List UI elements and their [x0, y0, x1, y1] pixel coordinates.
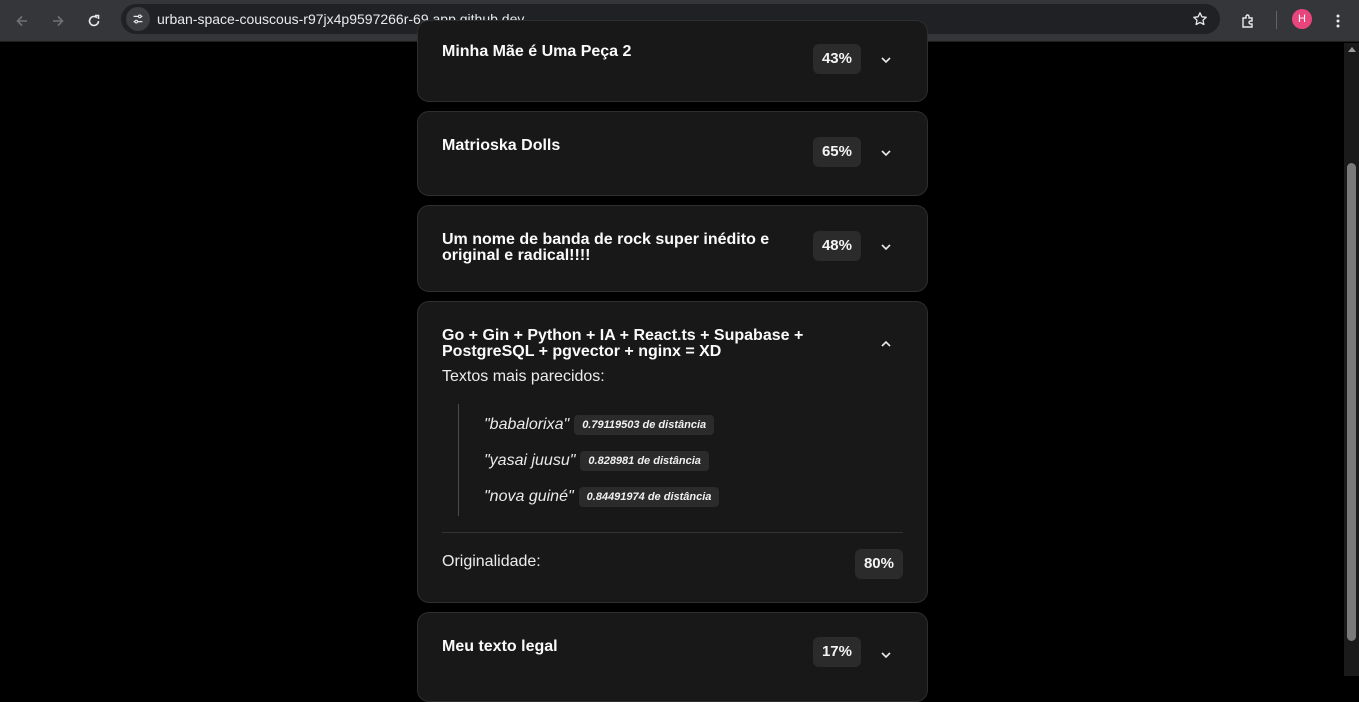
chevron-up-icon[interactable] [879, 337, 893, 351]
similar-texts-list: "babalorixa" 0.79119503 de distância "ya… [458, 404, 720, 516]
profile-avatar[interactable]: H [1292, 9, 1312, 29]
chevron-down-icon[interactable] [879, 53, 893, 67]
similar-text-item: "nova guiné" 0.84491974 de distância [484, 487, 720, 507]
card-title: Minha Mãe é Uma Peça 2 [442, 43, 632, 60]
chevron-down-icon[interactable] [879, 146, 893, 160]
bookmark-star-icon[interactable] [1192, 11, 1208, 27]
percent-badge: 17% [812, 637, 861, 667]
chevron-down-icon[interactable] [879, 240, 893, 254]
result-card[interactable]: Minha Mãe é Uma Peça 2 43% [417, 20, 928, 102]
percent-badge: 48% [812, 231, 861, 261]
similar-text-item: "yasai juusu" 0.828981 de distância [484, 451, 709, 471]
scroll-up-arrow-icon[interactable] [1348, 47, 1356, 52]
result-card[interactable]: Um nome de banda de rock super inédito e… [417, 205, 928, 292]
similar-text: "babalorixa" [484, 416, 570, 433]
result-card-expanded[interactable]: Go + Gin + Python + IA + React.ts + Supa… [417, 301, 928, 603]
similar-texts-label: Textos mais parecidos: [442, 368, 605, 385]
site-info-icon[interactable] [126, 7, 150, 31]
chevron-down-icon[interactable] [879, 648, 893, 662]
section-divider [442, 532, 903, 533]
forward-arrow-icon[interactable] [44, 7, 72, 35]
originality-badge: 80% [854, 549, 903, 579]
result-card[interactable]: Meu texto legal 17% [417, 612, 928, 702]
extensions-puzzle-icon[interactable] [1234, 7, 1262, 35]
scrollbar-thumb[interactable] [1347, 163, 1356, 641]
profile-initial: H [1298, 13, 1306, 25]
percent-badge: 65% [812, 137, 861, 167]
card-title: Go + Gin + Python + IA + React.ts + Supa… [442, 327, 804, 360]
card-title: Matrioska Dolls [442, 137, 561, 154]
result-card[interactable]: Matrioska Dolls 65% [417, 111, 928, 196]
originality-label: Originalidade: [442, 553, 541, 570]
percent-badge: 43% [812, 44, 861, 74]
similar-text-item: "babalorixa" 0.79119503 de distância [484, 415, 715, 435]
distance-badge: 0.79119503 de distância [574, 415, 715, 435]
distance-badge: 0.84491974 de distância [578, 487, 720, 507]
similar-text: "nova guiné" [484, 488, 574, 505]
card-title: Um nome de banda de rock super inédito e… [442, 231, 770, 264]
similar-text: "yasai juusu" [484, 452, 576, 469]
back-arrow-icon[interactable] [8, 7, 36, 35]
toolbar-divider [1276, 11, 1277, 29]
kebab-menu-icon[interactable] [1324, 7, 1352, 35]
distance-badge: 0.828981 de distância [580, 451, 709, 471]
reload-icon[interactable] [80, 7, 108, 35]
card-title: Meu texto legal [442, 638, 558, 655]
page-scrollbar[interactable] [1344, 43, 1359, 676]
